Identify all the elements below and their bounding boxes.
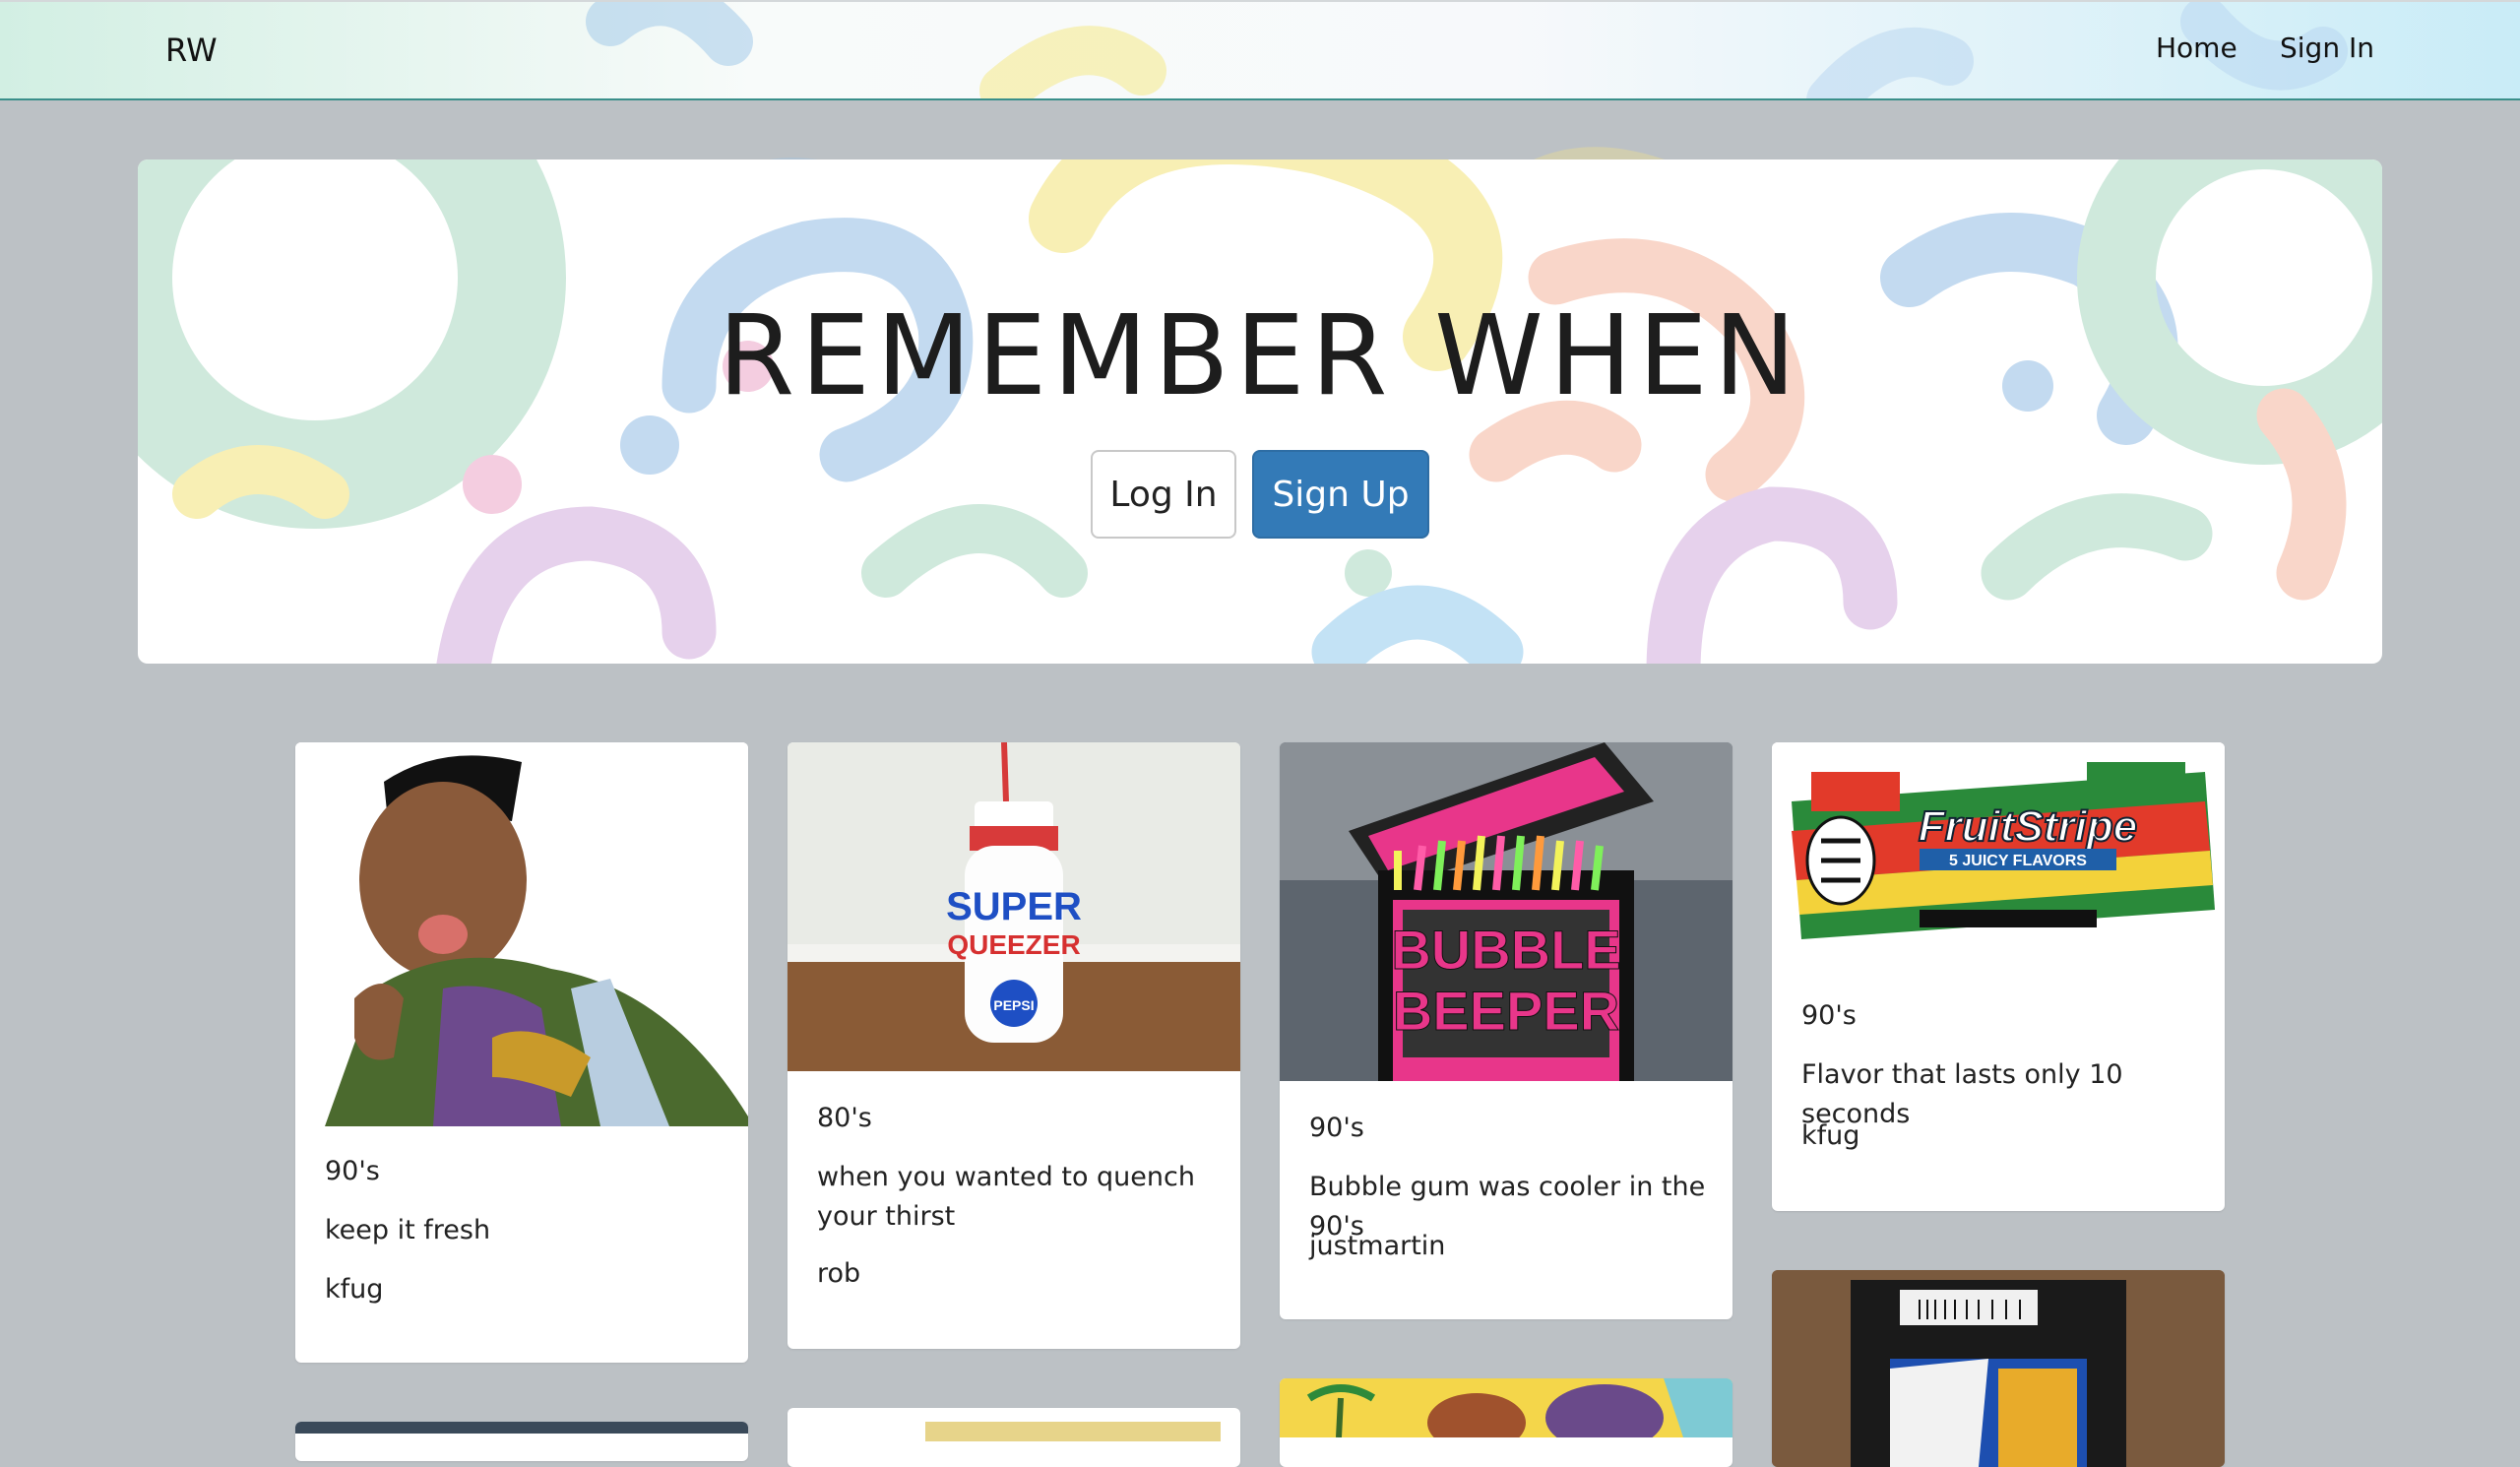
card-decade: 90's (1801, 1000, 1857, 1031)
svg-text:QUEEZER: QUEEZER (947, 929, 1080, 960)
card-author[interactable]: rob (817, 1254, 1221, 1294)
svg-text:BEEPER: BEEPER (1393, 980, 1619, 1042)
card-image-partial (295, 1422, 748, 1434)
brand-logo[interactable]: RW (165, 32, 218, 69)
memory-card-partial[interactable] (1280, 1378, 1732, 1467)
memory-card-partial[interactable] (1772, 1270, 2225, 1467)
nav-signin-link[interactable]: Sign In (2280, 32, 2374, 64)
svg-text:5 JUICY FLAVORS: 5 JUICY FLAVORS (1949, 853, 2087, 869)
card-description: when you wanted to quench your thirst (817, 1162, 1195, 1232)
svg-text:BUBBLE: BUBBLE (1391, 919, 1620, 981)
super-squeezer-bottle-photo: SUPER QUEEZER PEPSI (788, 742, 1240, 1071)
card-image-partial (1772, 1270, 2225, 1467)
memory-card[interactable]: SUPER QUEEZER PEPSI 80's when you wanted… (788, 742, 1240, 1349)
bubble-beeper-gum-photo: BUBBLE BEEPER (1280, 742, 1732, 1081)
login-button[interactable]: Log In (1091, 450, 1236, 539)
card-decade: 90's (1309, 1113, 1364, 1143)
navbar-doodles (586, 2, 2348, 98)
nav-home-link[interactable]: Home (2156, 32, 2237, 64)
memory-card-partial[interactable] (295, 1422, 748, 1461)
card-author[interactable]: kfug (325, 1270, 728, 1309)
svg-text:FruitStripe: FruitStripe (1919, 802, 2137, 851)
card-image-partial (1280, 1378, 1732, 1452)
memory-card-partial[interactable] (788, 1408, 1240, 1467)
card-description: keep it fresh (325, 1215, 491, 1245)
fruit-stripe-gum-photo: FruitStripe 5 JUICY FLAVORS (1772, 742, 2225, 969)
card-author[interactable]: kfug (1801, 1116, 2205, 1156)
signup-button[interactable]: Sign Up (1252, 450, 1429, 539)
hero-title: REMEMBER WHEN (718, 292, 1802, 420)
card-decade: 90's (325, 1156, 380, 1186)
memory-card[interactable]: 90's keep it fresh kfug (295, 742, 748, 1363)
svg-text:PEPSI: PEPSI (993, 997, 1034, 1013)
card-author[interactable]: justmartin (1309, 1227, 1713, 1266)
navbar: RW Home Sign In (0, 0, 2520, 100)
card-decade: 80's (817, 1103, 872, 1133)
card-image-partial (925, 1422, 1221, 1441)
svg-text:SUPER: SUPER (946, 885, 1082, 928)
hero-jumbotron: REMEMBER WHEN Log In Sign Up (138, 159, 2382, 664)
fresh-prince-photo (295, 742, 748, 1126)
memory-card[interactable]: FruitStripe 5 JUICY FLAVORS 90's Flavor … (1772, 742, 2225, 1211)
memory-card[interactable]: BUBBLE BEEPER 90's Bubble gum was cooler… (1280, 742, 1732, 1319)
